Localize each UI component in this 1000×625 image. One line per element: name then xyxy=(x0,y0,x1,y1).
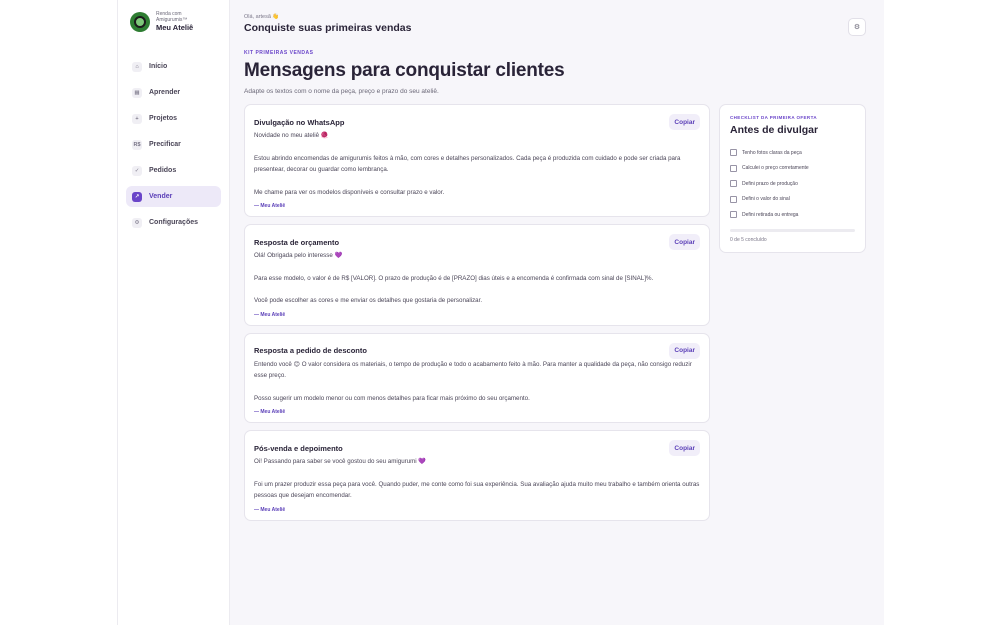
message-paragraph: Estou abrindo encomendas de amigurumis f… xyxy=(254,154,681,174)
copy-button[interactable]: Copiar xyxy=(669,114,700,130)
card-header: Resposta a pedido de desconto Copiar xyxy=(254,342,700,359)
checkbox[interactable] xyxy=(730,195,737,203)
card-title: Divulgação no WhatsApp xyxy=(254,117,345,127)
sidebar-item-precificar[interactable]: R$ Precificar xyxy=(126,134,221,155)
message-card: Resposta de orçamento Copiar Olá! Obrigada… xyxy=(244,224,710,326)
message-paragraph: Novidade no meu ateliê 🧶 xyxy=(254,132,329,139)
message-text: Novidade no meu ateliê 🧶 Estou abrindo en… xyxy=(254,130,700,198)
message-card: Pós-venda e depoimento Copiar Oi! Passando… xyxy=(244,430,710,521)
sidebar-item-label: Vender xyxy=(149,193,173,200)
sidebar-item-vender[interactable]: ↗ Vender xyxy=(126,186,221,207)
checklist-item[interactable]: Defini o valor do sinal xyxy=(730,192,855,208)
message-signature: — Meu Ateliê xyxy=(254,409,286,415)
checklist-items: Tenho fotos claras da peça Calculei o pre… xyxy=(730,145,855,223)
sidebar-item-label: Configurações xyxy=(149,219,199,226)
message-text: Olá! Obrigada pelo interesse 💜 Para esse … xyxy=(254,250,700,307)
card-header: Divulgação no WhatsApp Copiar xyxy=(254,114,700,130)
message-paragraph: Olá! Obrigada pelo interesse 💜 xyxy=(254,252,343,259)
brand[interactable]: Renda com Amigurumis™ Meu Ateliê xyxy=(130,12,221,32)
sidebar-item-configuracoes[interactable]: ⚙ Configurações xyxy=(126,212,221,233)
message-paragraph: Para esse modelo, o valor é de R$ [VALOR… xyxy=(254,274,654,282)
nav-icon: ✓ xyxy=(132,165,142,176)
sidebar-item-label: Pedidos xyxy=(149,167,177,174)
message-text: Oi! Passando para saber se você gostou d… xyxy=(254,456,700,502)
checklist-item-label: Defini prazo de produção xyxy=(742,180,798,187)
message-card: Divulgação no WhatsApp Copiar Novidade no … xyxy=(244,104,710,217)
topbar-title: Conquiste suas primeiras vendas xyxy=(244,22,412,34)
checklist-item[interactable]: Defini prazo de produção xyxy=(730,176,855,192)
card-header: Pós-venda e depoimento Copiar xyxy=(254,440,700,456)
checkbox[interactable] xyxy=(730,164,737,172)
topbar-heading: Olá, artesã 👋 Conquiste suas primeiras v… xyxy=(244,14,411,34)
sidebar-item-aprender[interactable]: ▦ Aprender xyxy=(126,82,221,103)
nav-icon: ⚙ xyxy=(132,217,142,228)
nav-icon: R$ xyxy=(132,139,142,150)
greeting: Olá, artesã 👋 xyxy=(244,14,280,20)
copy-button[interactable]: Copiar xyxy=(669,234,700,250)
brand-name: Meu Ateliê xyxy=(156,23,194,33)
nav-icon: + xyxy=(132,113,142,124)
message-signature: — Meu Ateliê xyxy=(254,311,286,318)
checklist-item-label: Defini retirada ou entrega xyxy=(742,211,799,218)
message-paragraph: Posso sugerir um modelo menor ou com men… xyxy=(254,394,530,402)
nav-icon: ⌂ xyxy=(132,61,142,72)
checklist-eyebrow: Checklist da primeira oferta xyxy=(730,115,818,120)
message-paragraph: Entendo você 😊 O valor considera os mate… xyxy=(254,360,692,380)
topbar: Olá, artesã 👋 Conquiste suas primeiras v… xyxy=(244,14,866,36)
nav-icon: ↗ xyxy=(132,191,142,202)
page-subtitle: Adapte os textos com o nome da peça, pre… xyxy=(244,88,439,95)
checklist-item[interactable]: Defini retirada ou entrega xyxy=(730,207,855,223)
card-title: Pós-venda e depoimento xyxy=(254,443,343,453)
checklist-item[interactable]: Tenho fotos claras da peça xyxy=(730,145,855,161)
checklist-item-label: Calculei o preço corretamente xyxy=(742,165,809,172)
message-card: Resposta a pedido de desconto Copiar Enten… xyxy=(244,332,710,423)
sidebar-item-label: Projetos xyxy=(149,115,178,122)
yarn-ball-logo-icon xyxy=(130,12,150,32)
checklist-panel: Checklist da primeira oferta Antes de di… xyxy=(719,104,866,253)
nav-icon: ▦ xyxy=(132,87,142,98)
brand-text: Renda com Amigurumis™ Meu Ateliê xyxy=(156,12,193,32)
copy-button[interactable]: Copiar xyxy=(669,440,700,456)
page-eyebrow: Kit primeiras vendas xyxy=(244,50,314,56)
copy-button[interactable]: Copiar xyxy=(669,342,700,359)
checklist-progress-bar xyxy=(730,228,855,232)
message-paragraph: Você pode escolher as cores e me enviar … xyxy=(254,297,483,304)
content-columns: Divulgação no WhatsApp Copiar Novidade no … xyxy=(244,104,866,528)
card-title: Resposta de orçamento xyxy=(254,237,340,247)
message-signature: — Meu Ateliê xyxy=(254,506,286,513)
checkbox[interactable] xyxy=(730,149,737,157)
sidebar-item-label: Precificar xyxy=(149,141,181,148)
checklist-item-label: Defini o valor do sinal xyxy=(742,196,790,203)
checkbox[interactable] xyxy=(730,180,737,188)
checkbox[interactable] xyxy=(730,211,737,219)
card-header: Resposta de orçamento Copiar xyxy=(254,234,700,250)
message-paragraph: Me chame para ver os modelos disponíveis… xyxy=(254,188,445,196)
main-content: Olá, artesã 👋 Conquiste suas primeiras v… xyxy=(230,0,884,625)
sidebar-item-inicio[interactable]: ⌂ Início xyxy=(126,56,221,77)
message-signature: — Meu Ateliê xyxy=(254,203,286,209)
card-title: Resposta a pedido de desconto xyxy=(254,346,367,355)
message-paragraph: Foi um prazer produzir essa peça para vo… xyxy=(254,480,700,500)
checklist-progress-text: 0 de 5 concluído xyxy=(730,236,767,243)
message-cards: Divulgação no WhatsApp Copiar Novidade no … xyxy=(244,104,710,528)
message-text: Entendo você 😊 O valor considera os mate… xyxy=(254,359,700,405)
sidebar: Renda com Amigurumis™ Meu Ateliê ⌂ Início… xyxy=(118,0,230,625)
app-window: Renda com Amigurumis™ Meu Ateliê ⌂ Início… xyxy=(117,0,884,625)
sidebar-item-projetos[interactable]: + Projetos xyxy=(126,108,221,129)
sidebar-item-pedidos[interactable]: ✓ Pedidos xyxy=(126,160,221,181)
sidebar-item-label: Início xyxy=(149,63,168,70)
checklist-item[interactable]: Calculei o preço corretamente xyxy=(730,161,855,177)
message-paragraph: Oi! Passando para saber se você gostou d… xyxy=(254,458,427,465)
page-title: Mensagens para conquistar clientes xyxy=(244,60,565,81)
checklist-item-label: Tenho fotos claras da peça xyxy=(742,149,802,156)
checklist-title: Antes de divulgar xyxy=(730,124,819,136)
settings-icon[interactable]: ⚙ xyxy=(848,18,866,36)
sidebar-item-label: Aprender xyxy=(149,89,181,96)
sidebar-nav: ⌂ Início ▦ Aprender + Projetos R$ Precificar ✓ Pe… xyxy=(126,56,221,233)
